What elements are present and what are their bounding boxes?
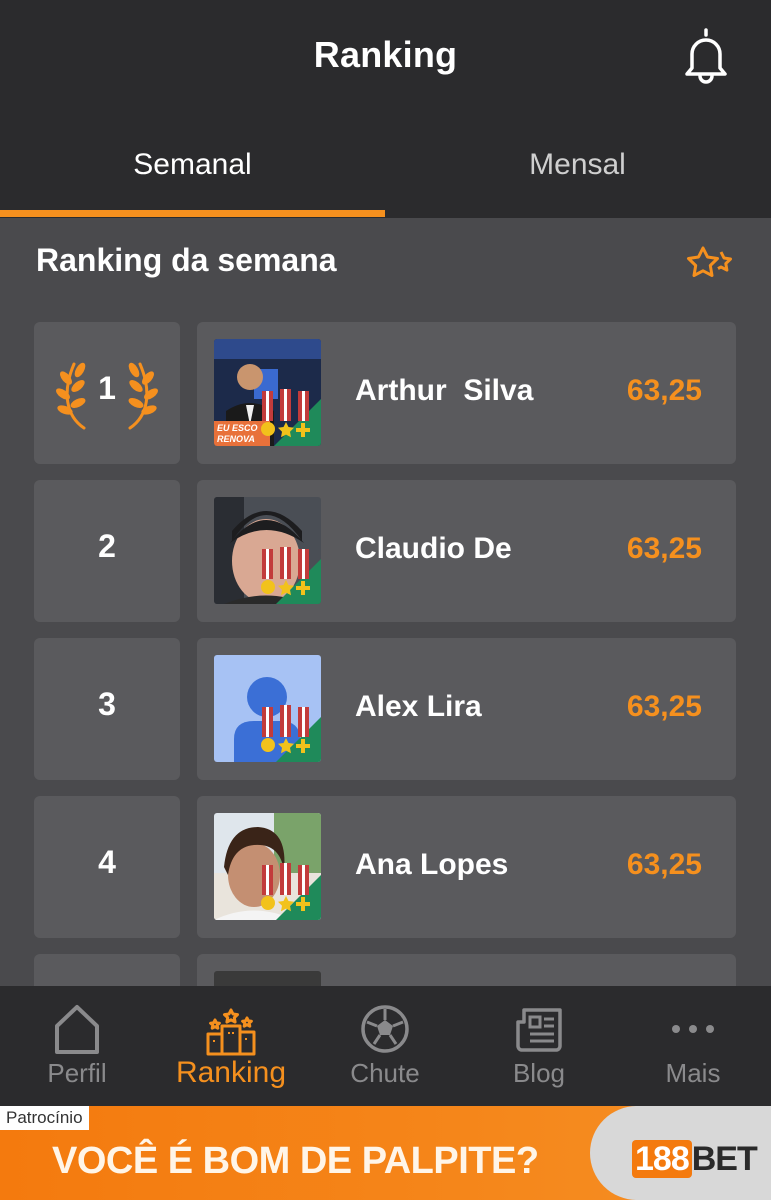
active-tab-indicator — [0, 210, 385, 217]
avatar[interactable] — [214, 971, 321, 986]
nav-label: Chute — [350, 1058, 420, 1088]
user-score: 63,25 — [626, 848, 702, 881]
tab-mensal[interactable]: Mensal — [385, 140, 770, 190]
position-card: 1 — [34, 322, 180, 464]
position-card: 2 — [34, 480, 180, 622]
nav-item-mais[interactable]: Mais — [616, 986, 770, 1106]
nav-item-perfil[interactable]: Perfil — [0, 986, 154, 1106]
user-score: 63,25 — [626, 374, 702, 407]
bottom-nav: Perfil Ranking Chute Blog Mais — [0, 986, 771, 1106]
user-name: Ana Lopes — [355, 848, 509, 881]
nav-item-chute[interactable]: Chute — [308, 986, 462, 1106]
user-card[interactable]: Ana Lopes 63,25 — [197, 796, 736, 938]
nav-label: Ranking — [175, 1056, 287, 1089]
nav-item-blog[interactable]: Blog — [462, 986, 616, 1106]
position-number: 3 — [98, 686, 116, 722]
ranking-content[interactable]: Ranking da semana 1 EU ESCO RENOVA Arthu… — [0, 218, 771, 986]
ranking-row[interactable]: 3 Alex Lira 63,25 — [0, 638, 771, 780]
avatar[interactable] — [214, 497, 321, 604]
photo-man-beanie-icon — [214, 497, 321, 604]
brand-text: BET — [691, 1140, 758, 1178]
more-dots-icon — [672, 1025, 714, 1033]
user-card[interactable]: EU ESCO RENOVA Arthur Silva 63,25 — [197, 322, 736, 464]
svg-text:EU ESCO: EU ESCO — [217, 423, 258, 433]
tab-semanal[interactable]: Semanal — [0, 140, 385, 190]
user-score: 63,25 — [626, 532, 702, 565]
ranking-row[interactable]: 2 Claudio De 63,25 — [0, 480, 771, 622]
user-name: Alex Lira — [355, 690, 482, 723]
position-card: 4 — [34, 796, 180, 938]
sponsor-banner[interactable]: VOCÊ É BOM DE PALPITE? 188BET Patrocínio — [0, 1106, 771, 1200]
brand-logo: 188BET — [590, 1106, 771, 1200]
svg-text:RENOVA: RENOVA — [217, 434, 255, 444]
home-icon — [55, 1005, 99, 1054]
podium-icon — [206, 1008, 256, 1056]
avatar[interactable] — [214, 655, 321, 762]
sponsor-tag: Patrocínio — [0, 1106, 89, 1130]
user-name: Claudio De — [355, 532, 512, 565]
position-number: 4 — [98, 844, 116, 880]
soccer-ball-icon — [361, 1005, 409, 1053]
user-name: Arthur Silva — [355, 374, 534, 407]
page-title: Ranking — [313, 34, 458, 75]
user-score: 63,25 — [626, 690, 702, 723]
ranking-row[interactable]: 1 EU ESCO RENOVA Arthur Silva 63,25 — [0, 322, 771, 464]
bell-icon[interactable] — [680, 26, 732, 86]
ranking-row[interactable]: 4 Ana Lopes 63,25 — [0, 796, 771, 938]
nav-item-ranking[interactable]: Ranking — [154, 986, 308, 1106]
nav-label: Mais — [665, 1058, 721, 1088]
brand-number: 188 — [632, 1140, 692, 1178]
position-number: 1 — [98, 370, 116, 406]
photo-man-suit-icon: EU ESCO RENOVA — [214, 339, 321, 446]
ranking-row[interactable] — [0, 954, 771, 986]
position-number: 2 — [98, 528, 116, 564]
stars-icon[interactable] — [683, 242, 737, 286]
user-card[interactable]: Claudio De 63,25 — [197, 480, 736, 622]
position-card: 3 — [34, 638, 180, 780]
photo-woman-icon — [214, 813, 321, 920]
nav-label: Blog — [512, 1058, 566, 1088]
user-card[interactable] — [197, 954, 736, 986]
section-title: Ranking da semana — [36, 242, 337, 278]
user-card[interactable]: Alex Lira 63,25 — [197, 638, 736, 780]
top-bar: Ranking Semanal Mensal — [0, 0, 771, 218]
avatar[interactable] — [214, 813, 321, 920]
avatar[interactable]: EU ESCO RENOVA — [214, 339, 321, 446]
default-user-icon — [214, 655, 321, 762]
newspaper-icon — [516, 1008, 562, 1052]
position-card — [34, 954, 180, 986]
nav-label: Perfil — [47, 1058, 107, 1088]
ad-headline: VOCÊ É BOM DE PALPITE? — [52, 1140, 539, 1182]
